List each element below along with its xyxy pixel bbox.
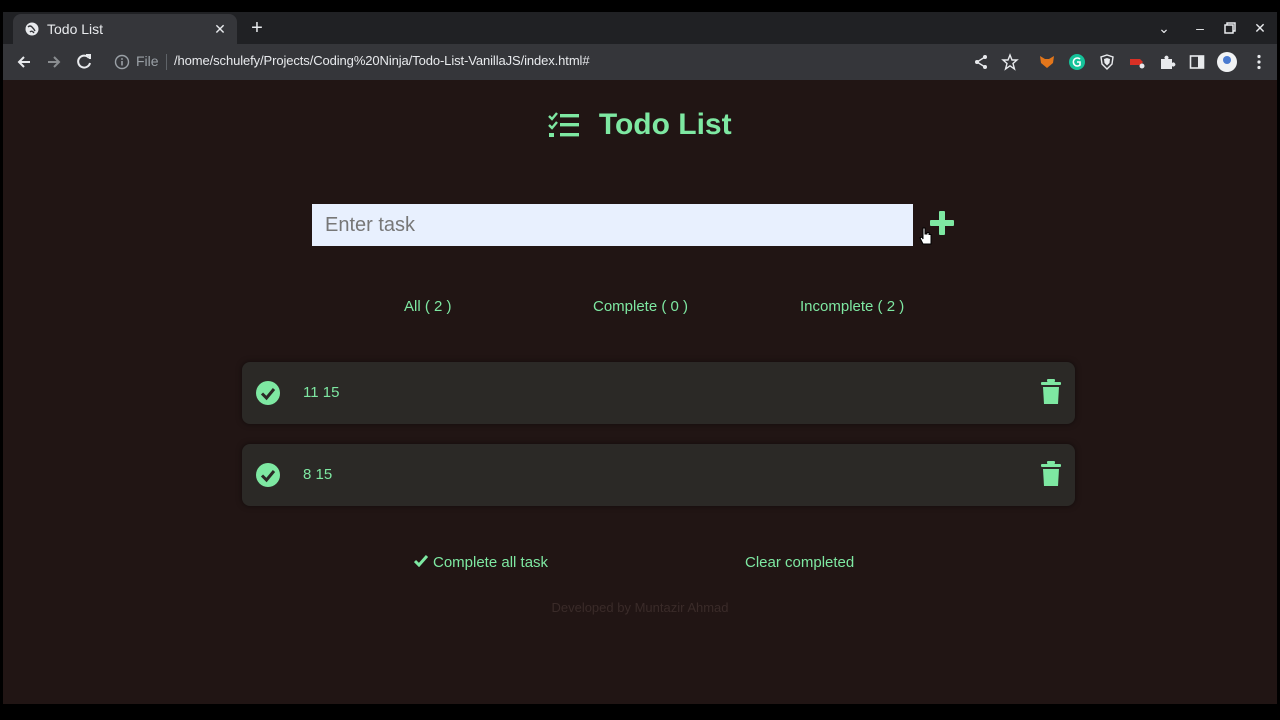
forward-arrow-icon[interactable] xyxy=(44,52,64,72)
app-title: Todo List xyxy=(598,108,732,141)
task-input[interactable] xyxy=(312,204,913,246)
maximize-icon[interactable] xyxy=(1220,18,1240,38)
filter-incomplete[interactable]: Incomplete ( 2 ) xyxy=(800,298,904,315)
side-panel-icon[interactable] xyxy=(1188,53,1206,71)
back-arrow-icon[interactable] xyxy=(14,52,34,72)
scheme-label: File xyxy=(136,53,159,69)
trash-icon[interactable] xyxy=(1040,461,1062,487)
trash-icon[interactable] xyxy=(1040,379,1062,405)
share-icon[interactable] xyxy=(972,53,990,71)
close-tab-icon[interactable]: ✕ xyxy=(211,20,229,38)
complete-all-button[interactable]: Complete all task xyxy=(414,554,548,571)
list-item: 11 15 xyxy=(242,362,1075,424)
menu-kebab-icon[interactable] xyxy=(1250,53,1268,71)
divider xyxy=(166,54,167,70)
shield-icon[interactable] xyxy=(1098,53,1116,71)
minimize-icon[interactable]: – xyxy=(1190,18,1210,38)
profile-avatar-icon[interactable] xyxy=(1216,51,1238,73)
browser-toolbar: File /home/schulefy/Projects/Coding%20Ni… xyxy=(3,44,1277,80)
browser-window: Todo List ✕ + ⌄ – ✕ File /home/schulefy/… xyxy=(0,0,1280,720)
tab-search-icon[interactable]: ⌄ xyxy=(1154,18,1174,38)
tab-todo-list[interactable]: Todo List ✕ xyxy=(13,14,237,44)
reload-icon[interactable] xyxy=(74,52,94,72)
new-tab-icon[interactable]: + xyxy=(247,18,267,38)
hand-cursor-icon xyxy=(919,227,932,245)
list-item: 8 15 xyxy=(242,444,1075,506)
check-circle-icon[interactable] xyxy=(255,462,281,488)
info-icon[interactable] xyxy=(114,54,130,70)
complete-all-label: Complete all task xyxy=(433,554,549,571)
page-title: Todo List xyxy=(3,108,1277,142)
task-text: 11 15 xyxy=(303,384,340,401)
fox-extension-icon[interactable] xyxy=(1038,53,1056,71)
check-circle-icon[interactable] xyxy=(255,380,281,406)
task-list-icon xyxy=(548,112,580,137)
double-check-icon xyxy=(414,555,428,567)
clear-completed-button[interactable]: Clear completed xyxy=(745,554,854,571)
credit-text: Developed by Muntazir Ahmad xyxy=(551,600,729,615)
page-content: Todo List All ( 2 ) Complete ( 0 ) Incom… xyxy=(3,80,1277,704)
red-extension-icon[interactable] xyxy=(1128,53,1146,71)
bookmark-star-icon[interactable] xyxy=(1001,53,1019,71)
task-text: 8 15 xyxy=(303,466,333,483)
tab-strip: Todo List ✕ + ⌄ – ✕ xyxy=(3,12,1277,44)
globe-icon xyxy=(25,22,39,36)
close-window-icon[interactable]: ✕ xyxy=(1250,18,1270,38)
address-bar[interactable]: File /home/schulefy/Projects/Coding%20Ni… xyxy=(108,48,1048,76)
tab-title: Todo List xyxy=(47,21,104,37)
grammarly-icon[interactable] xyxy=(1068,53,1086,71)
puzzle-extensions-icon[interactable] xyxy=(1158,53,1176,71)
filter-all[interactable]: All ( 2 ) xyxy=(404,298,452,315)
url-text[interactable]: /home/schulefy/Projects/Coding%20Ninja/T… xyxy=(174,53,590,68)
filter-complete[interactable]: Complete ( 0 ) xyxy=(593,298,688,315)
